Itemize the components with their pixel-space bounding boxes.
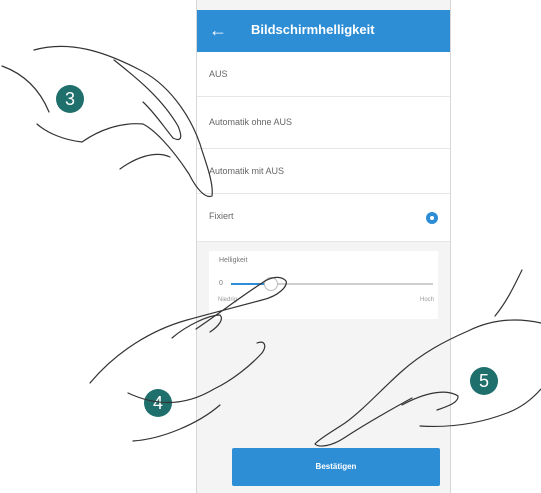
slider-min-label: Niedrig: [218, 297, 238, 303]
option-label: Automatik mit AUS: [209, 166, 285, 176]
confirm-button[interactable]: Bestätigen: [232, 448, 440, 486]
option-off[interactable]: AUS: [197, 52, 450, 97]
slider-marker: 0: [219, 280, 223, 287]
option-auto-without-off[interactable]: Automatik ohne AUS: [197, 97, 450, 149]
option-label: Automatik ohne AUS: [209, 117, 293, 127]
hand-outline-bottom-thumb: [494, 269, 523, 317]
hand-outline-top-wrist: [1, 65, 50, 113]
step-badge-5: 5: [470, 367, 498, 395]
slider-title: Helligkeit: [219, 257, 248, 264]
hand-outline-top: [33, 45, 213, 198]
radio-selected-icon[interactable]: [426, 212, 438, 224]
option-label: AUS: [209, 69, 228, 79]
hand-outline-top-knuckles: [119, 153, 171, 170]
slider-thumb[interactable]: [264, 277, 279, 291]
phone-screen: ← Bildschirmhelligkeit AUS Automatik ohn…: [196, 0, 451, 493]
step-badge-3: 3: [56, 85, 84, 113]
hand-outline-top-finger: [113, 59, 182, 141]
back-arrow-icon[interactable]: ←: [209, 19, 231, 41]
slider-max-label: Hoch: [419, 297, 434, 303]
brightness-slider[interactable]: [231, 277, 433, 291]
step-badge-4: 4: [144, 389, 172, 417]
app-bar: ← Bildschirmhelligkeit: [197, 10, 450, 52]
option-label: Fixiert: [209, 211, 234, 221]
brightness-card: Helligkeit 0 Niedrig Hoch: [209, 251, 438, 319]
option-fixed[interactable]: Fixiert: [197, 194, 450, 242]
option-auto-with-off[interactable]: Automatik mit AUS: [197, 149, 450, 194]
page-title: Bildschirmhelligkeit: [251, 22, 375, 37]
